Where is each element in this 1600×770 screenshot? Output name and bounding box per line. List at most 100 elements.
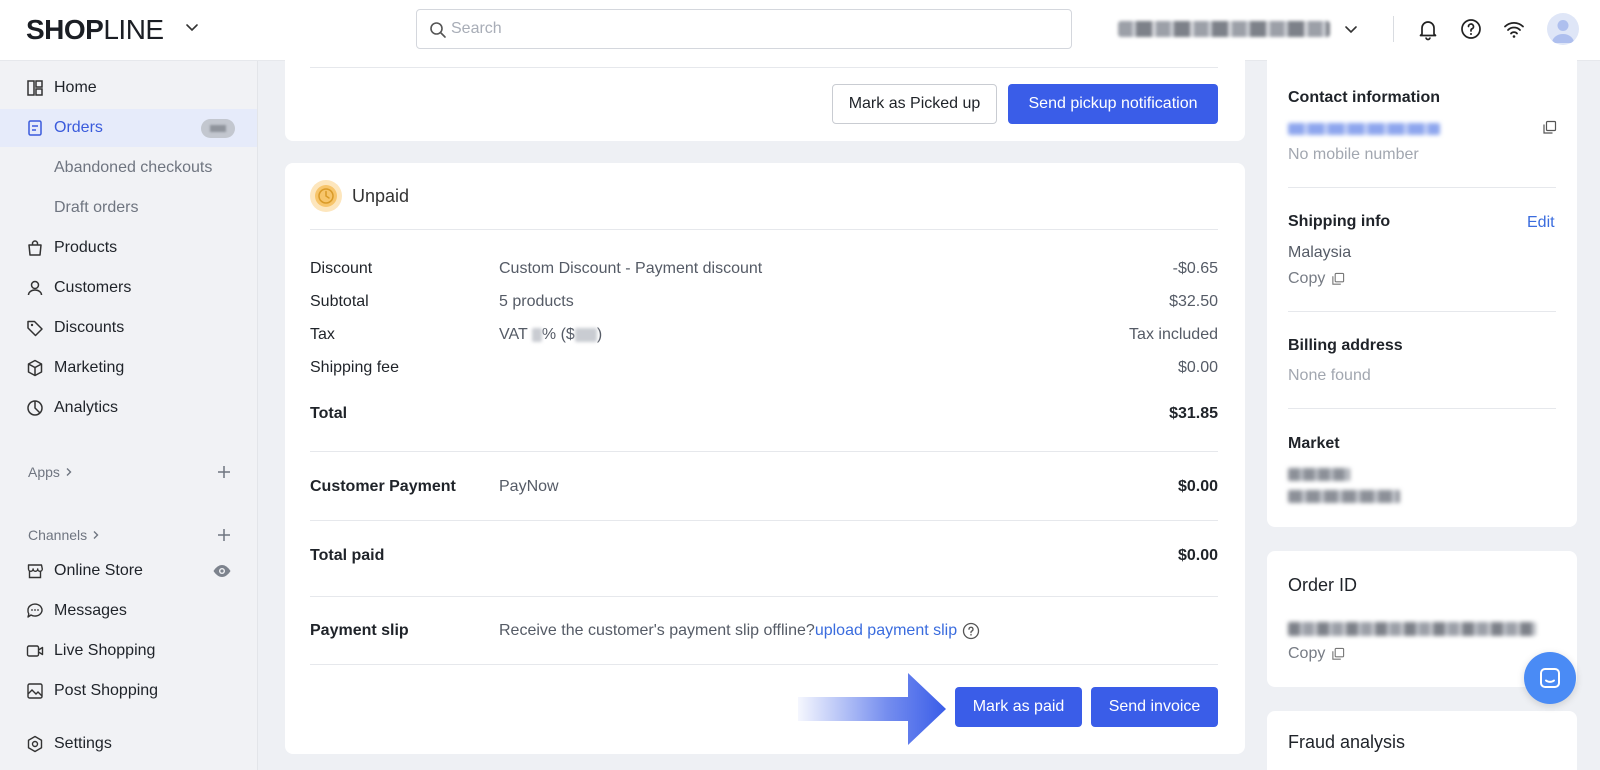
sidebar-item-label: Online Store xyxy=(54,562,143,579)
add-channel-icon[interactable] xyxy=(216,527,232,543)
copy-icon[interactable] xyxy=(1542,120,1557,135)
sidebar-item-label: Discounts xyxy=(54,319,125,336)
logo-light-text: LINE xyxy=(103,14,164,45)
tax-suffix: ) xyxy=(596,326,603,343)
sidebar-item-abandoned-checkouts[interactable]: Abandoned checkouts xyxy=(0,149,257,187)
chat-icon xyxy=(27,603,43,618)
row-detail: VAT % ($) xyxy=(499,326,602,344)
sidebar-item-label: Post Shopping xyxy=(54,682,159,699)
total-divider xyxy=(310,451,1218,452)
search-bar[interactable] xyxy=(416,9,1072,49)
sidebar-item-discounts[interactable]: Discounts xyxy=(0,309,257,347)
help-icon[interactable] xyxy=(962,622,980,640)
sidebar-item-label: Home xyxy=(54,79,97,96)
sidebar-item-label: Abandoned checkouts xyxy=(54,159,213,176)
logo-bold-text: SHOP xyxy=(26,14,104,45)
orders-count-badge xyxy=(201,119,235,138)
row-detail: 5 products xyxy=(499,293,574,310)
sidebar-item-home[interactable]: Home xyxy=(0,69,257,107)
eye-icon[interactable] xyxy=(212,561,232,581)
live-chat-button[interactable] xyxy=(1524,652,1576,704)
payment-header-divider xyxy=(310,229,1218,230)
row-detail: Custom Discount - Payment discount xyxy=(499,260,763,277)
order-id-redacted[interactable] xyxy=(1288,622,1536,636)
mark-as-picked-up-button[interactable]: Mark as Picked up xyxy=(832,84,997,124)
store-name-redacted[interactable] xyxy=(1118,21,1330,37)
bell-icon[interactable] xyxy=(1416,17,1440,41)
chevron-right-icon xyxy=(66,468,72,476)
sidebar-item-label: Orders xyxy=(54,119,103,136)
sidebar-item-label: Products xyxy=(54,239,118,256)
copy-order-id-button[interactable]: Copy xyxy=(1288,645,1345,663)
row-label: Shipping fee xyxy=(310,359,399,376)
wifi-icon[interactable] xyxy=(1502,17,1526,41)
sidebar-item-label: Customers xyxy=(54,279,132,296)
payment-card xyxy=(285,163,1245,754)
edit-shipping-link[interactable]: Edit xyxy=(1527,214,1555,232)
send-pickup-notification-button[interactable]: Send pickup notification xyxy=(1008,84,1218,124)
sidebar-item-label: Draft orders xyxy=(54,199,139,216)
send-invoice-button[interactable]: Send invoice xyxy=(1091,687,1218,727)
help-icon[interactable] xyxy=(1459,17,1483,41)
total-paid-label: Total paid xyxy=(310,547,385,564)
pie-chart-icon xyxy=(27,400,43,416)
unpaid-status-icon xyxy=(310,180,342,212)
store-icon xyxy=(27,564,43,579)
avatar[interactable] xyxy=(1547,13,1579,45)
sidebar-item-online-store[interactable]: Online Store xyxy=(0,552,257,590)
chevron-down-icon[interactable] xyxy=(183,18,201,36)
sidebar-item-post-shopping[interactable]: Post Shopping xyxy=(0,672,257,710)
sidebar-item-settings[interactable]: Settings xyxy=(0,725,257,763)
sidebar-item-marketing[interactable]: Marketing xyxy=(0,349,257,387)
sidebar-item-analytics[interactable]: Analytics xyxy=(0,389,257,427)
shipping-country: Malaysia xyxy=(1288,244,1352,261)
tax-rate-redacted xyxy=(531,327,542,342)
sidebar-item-products[interactable]: Products xyxy=(0,229,257,267)
chevron-right-icon xyxy=(93,531,99,539)
search-input[interactable] xyxy=(451,10,1051,48)
contact-divider xyxy=(1288,187,1556,188)
sidebar-item-customers[interactable]: Customers xyxy=(0,269,257,307)
shipping-info-title: Shipping info xyxy=(1288,213,1391,230)
bag-icon xyxy=(28,240,42,256)
customer-payment-divider xyxy=(310,520,1218,521)
fulfillment-divider xyxy=(310,67,1218,68)
tag-icon xyxy=(27,320,43,337)
customer-payment-label: Customer Payment xyxy=(310,478,456,495)
sidebar-item-messages[interactable]: Messages xyxy=(0,592,257,630)
chat-icon xyxy=(1540,668,1560,688)
total-paid-amount: $0.00 xyxy=(1177,547,1218,564)
upload-payment-slip-link[interactable]: upload payment slip xyxy=(815,622,957,640)
sidebar-item-label: Settings xyxy=(54,735,112,752)
tax-amount-redacted xyxy=(574,327,597,342)
row-amount: -$0.65 xyxy=(1172,260,1218,277)
copy-label: Copy xyxy=(1288,270,1326,287)
copy-icon xyxy=(1332,647,1345,660)
sidebar: Home Orders Abandoned checkouts Draft or… xyxy=(0,61,258,770)
tax-prefix: VAT xyxy=(499,326,532,343)
sidebar-item-draft-orders[interactable]: Draft orders xyxy=(0,189,257,227)
row-label: Discount xyxy=(310,260,373,277)
chevron-down-icon[interactable] xyxy=(1342,20,1360,38)
billing-divider xyxy=(1288,408,1556,409)
no-mobile-text: No mobile number xyxy=(1288,146,1419,163)
add-app-icon[interactable] xyxy=(216,464,232,480)
copy-icon xyxy=(1332,272,1345,285)
top-bar: SHOPLINE xyxy=(0,0,1600,61)
shipping-divider xyxy=(1288,311,1556,312)
apps-section-toggle[interactable]: Apps xyxy=(28,464,74,480)
mark-as-paid-button[interactable]: Mark as paid xyxy=(955,687,1082,727)
channels-section-toggle[interactable]: Channels xyxy=(28,527,101,543)
clock-icon xyxy=(315,185,337,207)
market-name-redacted xyxy=(1288,468,1350,481)
sidebar-item-live-shopping[interactable]: Live Shopping xyxy=(0,632,257,670)
total-amount: $31.85 xyxy=(1169,405,1218,422)
order-id-title: Order ID xyxy=(1288,575,1358,595)
total-paid-divider xyxy=(310,596,1218,597)
customer-payment-amount: $0.00 xyxy=(1177,478,1218,495)
shopline-logo[interactable]: SHOPLINE xyxy=(26,14,164,46)
copy-shipping-button[interactable]: Copy xyxy=(1288,270,1345,288)
sidebar-item-orders[interactable]: Orders xyxy=(0,109,257,147)
billing-address-title: Billing address xyxy=(1288,337,1403,354)
contact-email-redacted[interactable] xyxy=(1288,123,1440,135)
